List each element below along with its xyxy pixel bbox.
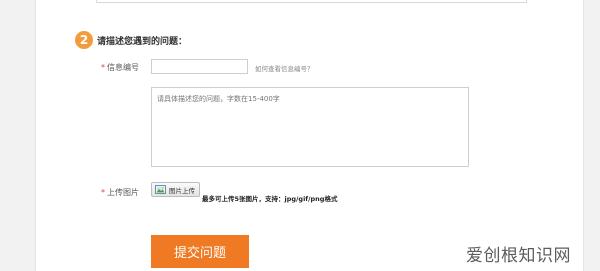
upload-button-label: 图片上传 bbox=[169, 186, 195, 195]
id-field-label: * 信息编号 bbox=[101, 62, 139, 73]
how-to-find-id-link[interactable]: 如何查看信息编号？ bbox=[255, 63, 314, 73]
submit-problem-button[interactable]: 提交问题 bbox=[151, 235, 249, 268]
id-field-label-text: 信息编号 bbox=[107, 63, 139, 72]
watermark-text: 爱创根知识网 bbox=[466, 246, 571, 266]
upload-label-text: 上传图片 bbox=[107, 188, 139, 197]
step-title: 请描述您遇到的问题： bbox=[97, 37, 188, 47]
upload-label: * 上传图片 bbox=[101, 187, 139, 198]
upload-image-button[interactable]: 图片上传 bbox=[151, 182, 200, 197]
problem-description-textarea[interactable] bbox=[151, 87, 469, 167]
picture-icon bbox=[155, 185, 166, 194]
upload-hint: 最多可上传5张图片，支持：jpg/gif/png格式 bbox=[202, 195, 338, 203]
info-id-input[interactable] bbox=[151, 59, 248, 74]
form-panel: 2 请描述您遇到的问题： *信息编号 如何查看信息编号？ *上传图片 图片上传 … bbox=[35, 0, 584, 271]
required-mark: * bbox=[101, 63, 105, 72]
step-number-badge: 2 bbox=[75, 31, 93, 49]
previous-field-box bbox=[96, 0, 527, 3]
required-mark: * bbox=[101, 188, 105, 197]
